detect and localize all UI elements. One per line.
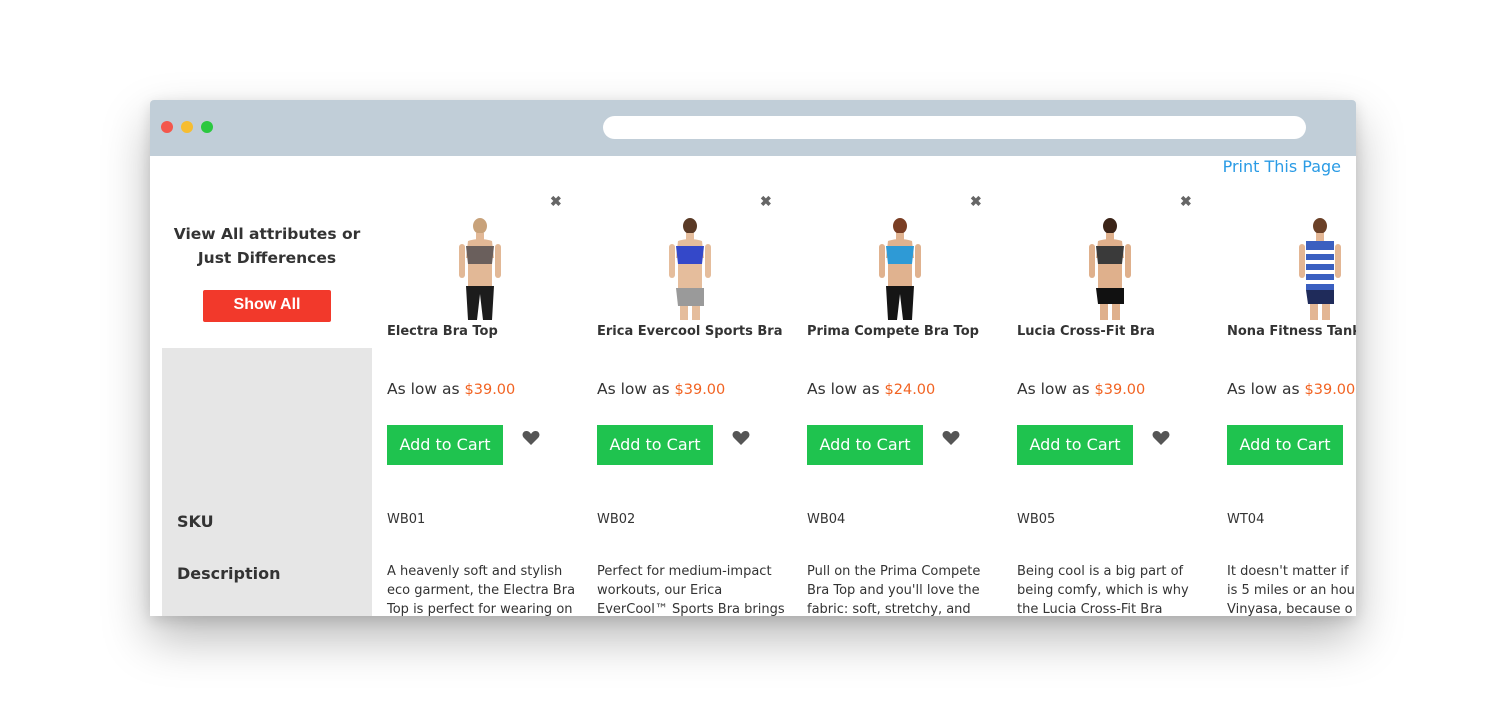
- product-sku: WB02: [597, 512, 636, 527]
- wishlist-heart-icon[interactable]: [732, 430, 750, 446]
- product-column: Nona Fitness Tank As low as $39.00 Add t…: [1212, 156, 1356, 616]
- remove-product-icon[interactable]: ✖: [970, 193, 982, 210]
- product-image[interactable]: [650, 214, 730, 320]
- product-column: ✖ Erica Evercool Sports Bra As low as $3…: [582, 156, 792, 616]
- product-description: Pull on the Prima Compete Bra Top and yo…: [807, 564, 981, 616]
- product-sku: WB05: [1017, 512, 1056, 527]
- product-image[interactable]: [1280, 214, 1356, 320]
- show-all-button[interactable]: Show All: [203, 290, 331, 322]
- product-image[interactable]: [440, 214, 520, 320]
- product-price: As low as $39.00: [597, 380, 726, 398]
- address-bar[interactable]: [603, 116, 1306, 139]
- product-price: As low as $39.00: [387, 380, 516, 398]
- product-description: It doesn't matter if is 5 miles or an ho…: [1227, 564, 1355, 616]
- wishlist-heart-icon[interactable]: [522, 430, 540, 446]
- product-name[interactable]: Erica Evercool Sports Bra: [597, 324, 782, 339]
- product-name[interactable]: Electra Bra Top: [387, 324, 498, 339]
- product-column: ✖ Electra Bra Top As low as $39.00 Add t…: [372, 156, 582, 616]
- wishlist-heart-icon[interactable]: [1152, 430, 1170, 446]
- product-description: Being cool is a big part of being comfy,…: [1017, 564, 1189, 616]
- product-image[interactable]: [1070, 214, 1150, 320]
- wishlist-heart-icon[interactable]: [942, 430, 960, 446]
- product-name[interactable]: Nona Fitness Tank: [1227, 324, 1356, 339]
- product-description: A heavenly soft and stylish eco garment,…: [387, 564, 576, 616]
- compare-products-page: Print This Page View All attributes or J…: [150, 156, 1356, 616]
- product-price: As low as $39.00: [1017, 380, 1146, 398]
- product-column: ✖ Prima Compete Bra Top As low as $24.00…: [792, 156, 1002, 616]
- product-price: As low as $24.00: [807, 380, 936, 398]
- remove-product-icon[interactable]: ✖: [550, 193, 562, 210]
- product-sku: WB04: [807, 512, 846, 527]
- add-to-cart-button[interactable]: Add to Cart: [807, 425, 923, 465]
- browser-titlebar: [150, 100, 1356, 156]
- product-column: ✖ Lucia Cross-Fit Bra As low as $39.00 A…: [1002, 156, 1212, 616]
- product-description: Perfect for medium-impact workouts, our …: [597, 564, 785, 616]
- product-price: As low as $39.00: [1227, 380, 1356, 398]
- maximize-window-button[interactable]: [201, 121, 213, 133]
- minimize-window-button[interactable]: [181, 121, 193, 133]
- remove-product-icon[interactable]: ✖: [1180, 193, 1192, 210]
- browser-window: Print This Page View All attributes or J…: [150, 100, 1356, 616]
- add-to-cart-button[interactable]: Add to Cart: [387, 425, 503, 465]
- product-sku: WT04: [1227, 512, 1265, 527]
- view-all-attributes-text: View All attributes or Just Differences: [173, 225, 361, 267]
- sku-row-label: SKU: [177, 512, 214, 531]
- add-to-cart-button[interactable]: Add to Cart: [597, 425, 713, 465]
- description-row-label: Description: [177, 564, 281, 583]
- remove-product-icon[interactable]: ✖: [760, 193, 772, 210]
- product-name[interactable]: Lucia Cross-Fit Bra: [1017, 324, 1155, 339]
- product-name[interactable]: Prima Compete Bra Top: [807, 324, 979, 339]
- close-window-button[interactable]: [161, 121, 173, 133]
- add-to-cart-button[interactable]: Add to Cart: [1227, 425, 1343, 465]
- product-sku: WB01: [387, 512, 426, 527]
- product-image[interactable]: [860, 214, 940, 320]
- add-to-cart-button[interactable]: Add to Cart: [1017, 425, 1133, 465]
